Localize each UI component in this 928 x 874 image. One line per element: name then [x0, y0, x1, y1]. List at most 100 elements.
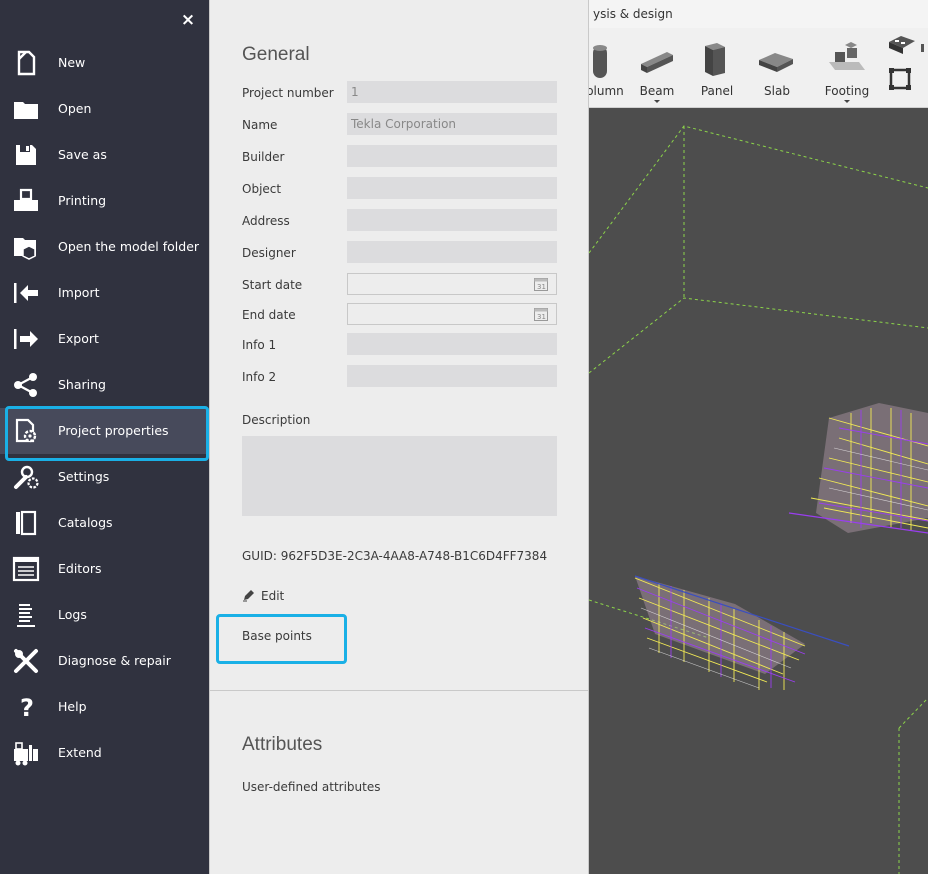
menu-label: Save as: [58, 147, 107, 162]
calendar-icon[interactable]: 31: [534, 307, 548, 321]
menu-label: Printing: [58, 193, 107, 208]
slab-tool[interactable]: Slab: [757, 28, 797, 107]
designer-label: Designer: [242, 246, 296, 260]
project-number-label: Project number: [242, 86, 334, 100]
menu-item-new[interactable]: New: [0, 40, 209, 86]
name-input[interactable]: Tekla Corporation: [347, 113, 557, 135]
column-icon: [593, 45, 607, 78]
logs-icon: [17, 604, 35, 627]
menu-item-catalogs[interactable]: Catalogs: [0, 500, 209, 546]
menu-label: Extend: [58, 745, 102, 760]
panel-icon: [705, 43, 725, 76]
object-label: Object: [242, 182, 282, 196]
menu-item-project-properties[interactable]: Project properties: [0, 408, 209, 454]
menu-item-export[interactable]: Export: [0, 316, 209, 362]
info2-input[interactable]: [347, 365, 557, 387]
ribbon-toolbar: olumn Beam Panel Slab Footing: [589, 28, 928, 108]
guid-text: GUID: 962F5D3E-2C3A-4AA8-A748-B1C6D4FF73…: [242, 549, 548, 563]
menu-item-save-as[interactable]: Save as: [0, 132, 209, 178]
start-date-input[interactable]: 31: [347, 273, 557, 295]
beam-tool[interactable]: Beam: [637, 28, 677, 107]
project-properties-icon: [15, 418, 37, 443]
calendar-icon[interactable]: 31: [534, 277, 548, 291]
menu-label: New: [58, 55, 86, 70]
end-date-label: End date: [242, 308, 296, 322]
name-label: Name: [242, 118, 278, 132]
menu-label: Help: [58, 699, 87, 714]
catalog-icon: [16, 510, 37, 536]
share-icon: [14, 373, 37, 397]
folder-icon: [14, 102, 38, 119]
description-input[interactable]: [242, 436, 557, 516]
beam-icon: [641, 52, 673, 73]
footing-tool[interactable]: Footing: [823, 28, 871, 107]
menu-label: Open: [58, 101, 92, 116]
designer-input[interactable]: [347, 241, 557, 263]
diagnose-repair-icon: [14, 649, 38, 673]
start-date-label: Start date: [242, 278, 303, 292]
project-number-input[interactable]: 1: [347, 81, 557, 103]
structure-model-1: [788, 403, 928, 534]
builder-label: Builder: [242, 150, 285, 164]
pencil-icon: [243, 590, 254, 602]
footing-icon: [829, 42, 865, 70]
project-properties-panel: General Project number 1 Name Tekla Corp…: [209, 0, 589, 874]
menu-item-open[interactable]: Open: [0, 86, 209, 132]
base-points-link[interactable]: Base points: [242, 629, 312, 643]
tool-label: Slab: [764, 84, 790, 98]
section-divider: [210, 690, 588, 691]
builder-input[interactable]: [347, 145, 557, 167]
menu-label: Settings: [58, 469, 110, 484]
tool-label: Beam: [639, 84, 675, 98]
menu-item-editors[interactable]: Editors: [0, 546, 209, 592]
address-label: Address: [242, 214, 290, 228]
menu-label: Open the model folder: [58, 239, 200, 254]
close-button[interactable]: ×: [178, 8, 198, 32]
model-folder-icon: [14, 238, 36, 260]
menu-label: Editors: [58, 561, 102, 576]
tool-label: olumn: [589, 84, 624, 98]
menu-label: Catalogs: [58, 515, 113, 530]
end-date-input[interactable]: 31: [347, 303, 557, 325]
more-tools[interactable]: [885, 28, 928, 107]
menu-label: Export: [58, 331, 99, 346]
user-defined-attributes-link[interactable]: User-defined attributes: [242, 780, 381, 794]
menu-label: Logs: [58, 607, 87, 622]
menu-item-extend[interactable]: Extend: [0, 730, 209, 776]
ribbon-tab-title[interactable]: ysis & design: [589, 0, 928, 28]
attributes-title: Attributes: [242, 734, 323, 755]
help-icon: ?: [20, 694, 34, 721]
menu-item-help[interactable]: ? Help: [0, 684, 209, 730]
menu-item-diagnose-repair[interactable]: Diagnose & repair: [0, 638, 209, 684]
object-input[interactable]: [347, 177, 557, 199]
general-title: General: [242, 44, 310, 65]
info1-label: Info 1: [242, 338, 277, 352]
svg-text:31: 31: [537, 283, 546, 291]
menu-item-sharing[interactable]: Sharing: [0, 362, 209, 408]
footing-dropdown-caret[interactable]: [844, 100, 850, 103]
model-viewport[interactable]: [589, 108, 928, 874]
address-input[interactable]: [347, 209, 557, 231]
menu-item-logs[interactable]: Logs: [0, 592, 209, 638]
menu-item-printing[interactable]: Printing: [0, 178, 209, 224]
panel-tool[interactable]: Panel: [697, 28, 737, 107]
menu-label: Diagnose & repair: [58, 653, 171, 668]
menu-item-import[interactable]: Import: [0, 270, 209, 316]
info1-input[interactable]: [347, 333, 557, 355]
menu-label: Import: [58, 285, 100, 300]
grid-tool-icon: [889, 36, 924, 90]
export-icon: [14, 329, 38, 349]
beam-dropdown-caret[interactable]: [654, 100, 660, 103]
backstage-sidebar: × New Open Save as Printing Open the mod…: [0, 0, 209, 874]
edit-button[interactable]: Edit: [242, 588, 284, 603]
save-icon: [16, 145, 36, 165]
slab-icon: [759, 53, 793, 72]
column-tool[interactable]: olumn: [589, 28, 625, 107]
menu-item-settings[interactable]: Settings: [0, 454, 209, 500]
svg-text:31: 31: [537, 313, 546, 321]
import-icon: [14, 283, 38, 303]
menu-label: Project properties: [58, 423, 169, 438]
model-3d-view: [589, 125, 928, 874]
tool-label: Footing: [824, 84, 870, 98]
menu-item-open-model-folder[interactable]: Open the model folder: [0, 224, 209, 270]
